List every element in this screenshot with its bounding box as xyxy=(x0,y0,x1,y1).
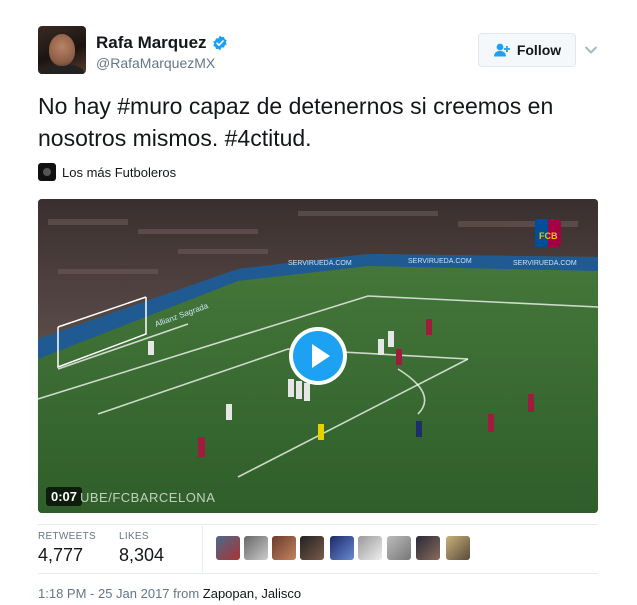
tweet-text: No hay #muro capaz de detenernos si cree… xyxy=(38,93,554,151)
source-name[interactable]: Los más Futboleros xyxy=(62,165,176,180)
video-duration: 0:07 xyxy=(46,487,83,506)
svg-text:SERVIRUEDA.COM: SERVIRUEDA.COM xyxy=(408,258,472,265)
likes-count[interactable]: 8,304 xyxy=(119,545,164,566)
liker-avatar[interactable] xyxy=(300,536,324,560)
retweets-count[interactable]: 4,777 xyxy=(38,545,83,566)
liker-avatar[interactable] xyxy=(358,536,382,560)
stats-bottom-divider xyxy=(38,573,598,574)
follow-button[interactable]: Follow xyxy=(478,33,576,67)
tweet-timestamp[interactable]: 1:18 PM - 25 Jan 2017 xyxy=(38,586,170,601)
from-word: from xyxy=(173,586,200,601)
liker-avatar[interactable] xyxy=(216,536,240,560)
liker-avatar[interactable] xyxy=(272,536,296,560)
add-user-icon xyxy=(493,43,510,57)
follow-label: Follow xyxy=(516,42,562,58)
liker-avatar[interactable] xyxy=(330,536,354,560)
svg-text:FCB: FCB xyxy=(539,231,558,241)
svg-text:SERVIRUEDA.COM: SERVIRUEDA.COM xyxy=(513,260,577,267)
stats-top-divider xyxy=(38,524,598,525)
svg-text:SERVIRUEDA.COM: SERVIRUEDA.COM xyxy=(288,260,352,267)
likes-label[interactable]: LIKES xyxy=(119,531,149,542)
user-handle[interactable]: @RafaMarquezMX xyxy=(96,55,215,71)
verified-badge-icon xyxy=(212,35,227,51)
liker-avatar[interactable] xyxy=(416,536,440,560)
media-source[interactable]: Los más Futboleros xyxy=(38,163,176,181)
liker-avatar[interactable] xyxy=(446,536,470,560)
play-icon[interactable] xyxy=(288,326,348,386)
user-name-text[interactable]: Rafa Marquez xyxy=(96,33,207,53)
tweet-metadata: 1:18 PM - 25 Jan 2017 from Zapopan, Jali… xyxy=(38,586,301,601)
stats-separator xyxy=(202,526,203,572)
tweet-location[interactable]: Zapopan, Jalisco xyxy=(203,586,301,601)
user-display-name[interactable]: Rafa Marquez xyxy=(96,33,228,53)
video-watermark: UBE/FCBARCELONA xyxy=(80,490,216,505)
liker-avatar[interactable] xyxy=(244,536,268,560)
avatar[interactable] xyxy=(38,26,86,74)
chevron-down-icon[interactable] xyxy=(584,43,598,57)
source-avatar-icon xyxy=(38,163,56,181)
liker-avatar[interactable] xyxy=(387,536,411,560)
retweets-label[interactable]: RETWEETS xyxy=(38,531,96,542)
